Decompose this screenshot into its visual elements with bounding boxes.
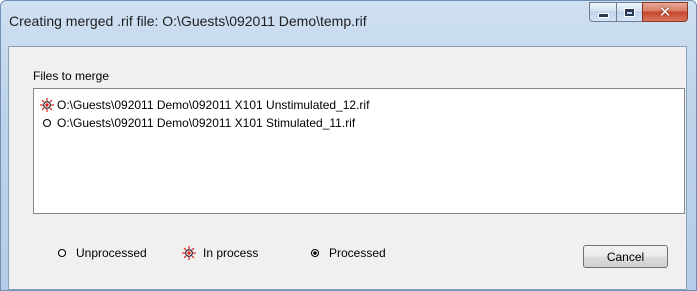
file-path: O:\Guests\092011 Demo\092011 X101 Unstim…: [57, 98, 370, 112]
maximize-button[interactable]: [616, 2, 642, 22]
maximize-icon: [625, 8, 634, 16]
files-listbox[interactable]: O:\Guests\092011 Demo\092011 X101 Unstim…: [33, 88, 685, 214]
minimize-button[interactable]: [589, 2, 616, 22]
legend-unprocessed-label: Unprocessed: [76, 246, 147, 260]
close-button[interactable]: ✕: [642, 2, 688, 22]
legend-unprocessed: Unprocessed: [55, 244, 147, 262]
files-to-merge-label: Files to merge: [33, 69, 110, 83]
legend-processed: Processed: [308, 244, 386, 262]
list-item[interactable]: O:\Guests\092011 Demo\092011 X101 Unstim…: [40, 96, 369, 114]
caption-buttons: ✕: [589, 2, 688, 24]
legend-in-process: In process: [182, 244, 258, 262]
processed-icon: [310, 248, 320, 258]
in-process-icon: [182, 246, 196, 260]
list-item[interactable]: O:\Guests\092011 Demo\092011 X101 Stimul…: [40, 114, 355, 132]
unprocessed-icon: [57, 248, 67, 258]
unprocessed-icon: [42, 118, 52, 128]
legend-in-process-label: In process: [203, 246, 259, 260]
file-path: O:\Guests\092011 Demo\092011 X101 Stimul…: [57, 116, 356, 130]
legend-processed-label: Processed: [329, 246, 386, 260]
title-bar[interactable]: Creating merged .rif file: O:\Guests\092…: [1, 1, 696, 41]
minimize-icon: [598, 13, 608, 17]
in-process-icon: [40, 98, 54, 112]
close-icon: ✕: [658, 2, 672, 21]
cancel-button[interactable]: Cancel: [583, 245, 668, 268]
window-title: Creating merged .rif file: O:\Guests\092…: [9, 13, 367, 29]
